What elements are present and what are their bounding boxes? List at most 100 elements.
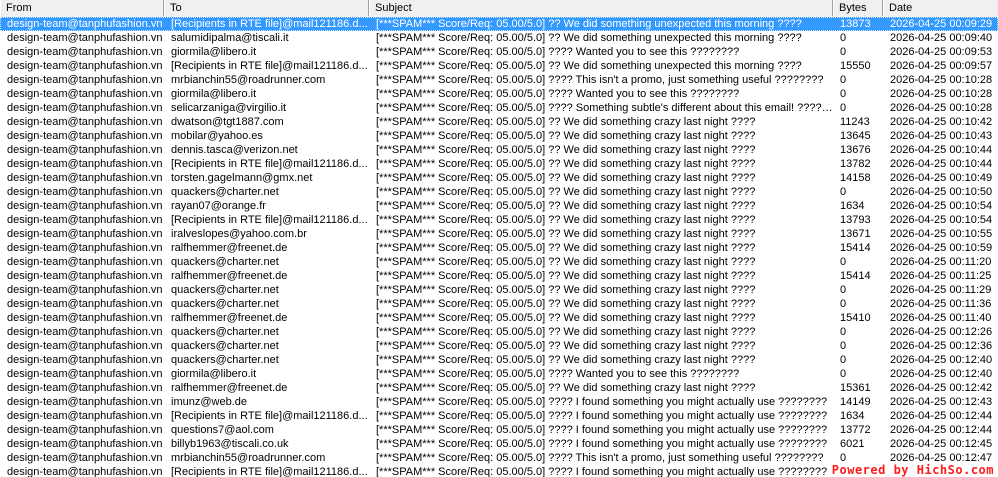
cell-date: 2026-04-25 00:12:36: [890, 340, 993, 352]
cell-subject: [***SPAM*** Score/Req: 05.00/5.0] ???? W…: [376, 368, 740, 380]
cell-to: dwatson@tgt1887.com: [171, 116, 284, 128]
cell-from: design-team@tanphufashion.vn: [7, 144, 163, 156]
cell-subject: [***SPAM*** Score/Req: 05.00/5.0] ?? We …: [376, 158, 756, 170]
table-row[interactable]: design-team@tanphufashion.vn salumidipalm…: [0, 31, 998, 45]
table-row[interactable]: design-team@tanphufashion.vn rayan07@oran…: [0, 199, 998, 213]
cell-to: dennis.tasca@verizon.net: [171, 144, 298, 156]
table-row[interactable]: design-team@tanphufashion.vn quackers@cha…: [0, 185, 998, 199]
cell-to: quackers@charter.net: [171, 340, 279, 352]
table-row[interactable]: design-team@tanphufashion.vn torsten.gage…: [0, 171, 998, 185]
cell-date: 2026-04-25 00:12:40: [890, 354, 993, 366]
cell-to: [Recipients in RTE file]@mail121186.d...: [171, 158, 368, 170]
cell-to: giormila@libero.it: [171, 368, 257, 380]
cell-bytes: 0: [840, 256, 847, 268]
cell-subject: [***SPAM*** Score/Req: 05.00/5.0] ???? T…: [376, 452, 824, 464]
table-row[interactable]: design-team@tanphufashion.vn [Recipients …: [0, 157, 998, 171]
table-row[interactable]: design-team@tanphufashion.vn quackers@cha…: [0, 325, 998, 339]
table-row[interactable]: design-team@tanphufashion.vn questions7@a…: [0, 423, 998, 437]
table-row[interactable]: design-team@tanphufashion.vn [Recipients …: [0, 213, 998, 227]
cell-date: 2026-04-25 00:11:40: [890, 312, 992, 324]
table-row[interactable]: design-team@tanphufashion.vn [Recipients …: [0, 59, 998, 73]
cell-to: ralfhemmer@freenet.de: [171, 312, 288, 324]
cell-date: 2026-04-25 00:11:36: [890, 298, 992, 310]
cell-subject: [***SPAM*** Score/Req: 05.00/5.0] ?? We …: [376, 382, 756, 394]
cell-subject: [***SPAM*** Score/Req: 05.00/5.0] ???? W…: [376, 46, 740, 58]
table-row[interactable]: design-team@tanphufashion.vn mobilar@yaho…: [0, 129, 998, 143]
cell-bytes: 13782: [840, 158, 871, 170]
cell-date: 2026-04-25 00:12:40: [890, 368, 993, 380]
cell-to: billyb1963@tiscali.co.uk: [171, 438, 289, 450]
table-row[interactable]: design-team@tanphufashion.vn [Recipients …: [0, 17, 998, 31]
table-row[interactable]: design-team@tanphufashion.vn selicarzanig…: [0, 101, 998, 115]
cell-subject: [***SPAM*** Score/Req: 05.00/5.0] ?? We …: [376, 32, 802, 44]
cell-date: 2026-04-25 00:12:44: [890, 410, 993, 422]
cell-from: design-team@tanphufashion.vn: [7, 130, 163, 142]
column-header-from[interactable]: From: [0, 0, 164, 16]
cell-from: design-team@tanphufashion.vn: [7, 200, 163, 212]
cell-bytes: 14149: [840, 396, 871, 408]
table-row[interactable]: design-team@tanphufashion.vn ralfhemmer@f…: [0, 311, 998, 325]
cell-bytes: 15361: [840, 382, 871, 394]
cell-date: 2026-04-25 00:10:44: [890, 158, 993, 170]
cell-from: design-team@tanphufashion.vn: [7, 452, 163, 464]
table-row[interactable]: design-team@tanphufashion.vn giormila@lib…: [0, 87, 998, 101]
cell-subject: [***SPAM*** Score/Req: 05.00/5.0] ?? We …: [376, 354, 756, 366]
cell-to: quackers@charter.net: [171, 354, 279, 366]
table-row[interactable]: design-team@tanphufashion.vn iralveslopes…: [0, 227, 998, 241]
cell-from: design-team@tanphufashion.vn: [7, 116, 163, 128]
cell-bytes: 13645: [840, 130, 871, 142]
cell-to: rayan07@orange.fr: [171, 200, 266, 212]
cell-date: 2026-04-25 00:10:55: [890, 228, 993, 240]
cell-to: mobilar@yahoo.es: [171, 130, 263, 142]
cell-from: design-team@tanphufashion.vn: [7, 186, 163, 198]
cell-bytes: 0: [840, 32, 847, 44]
table-row[interactable]: design-team@tanphufashion.vn giormila@lib…: [0, 367, 998, 381]
cell-to: quackers@charter.net: [171, 186, 279, 198]
table-row[interactable]: design-team@tanphufashion.vn quackers@cha…: [0, 283, 998, 297]
cell-date: 2026-04-25 00:10:28: [890, 102, 993, 114]
table-row[interactable]: design-team@tanphufashion.vn ralfhemmer@f…: [0, 241, 998, 255]
column-header-subject[interactable]: Subject: [369, 0, 833, 16]
table-row[interactable]: design-team@tanphufashion.vn [Recipients …: [0, 409, 998, 423]
column-header-date[interactable]: Date: [883, 0, 998, 16]
cell-to: quackers@charter.net: [171, 256, 279, 268]
cell-subject: [***SPAM*** Score/Req: 05.00/5.0] ???? T…: [376, 74, 824, 86]
message-list-view[interactable]: From To Subject Bytes Date design-team@t…: [0, 0, 998, 477]
cell-date: 2026-04-25 00:12:42: [890, 382, 993, 394]
cell-bytes: 0: [840, 284, 847, 296]
cell-subject: [***SPAM*** Score/Req: 05.00/5.0] ???? I…: [376, 438, 828, 450]
cell-subject: [***SPAM*** Score/Req: 05.00/5.0] ?? We …: [376, 284, 756, 296]
table-row[interactable]: design-team@tanphufashion.vn mrbianchin55…: [0, 73, 998, 87]
table-row[interactable]: design-team@tanphufashion.vn imunz@web.de…: [0, 395, 998, 409]
cell-subject: [***SPAM*** Score/Req: 05.00/5.0] ?? We …: [376, 270, 756, 282]
cell-to: torsten.gagelmann@gmx.net: [171, 172, 313, 184]
table-row[interactable]: design-team@tanphufashion.vn ralfhemmer@f…: [0, 269, 998, 283]
cell-subject: [***SPAM*** Score/Req: 05.00/5.0] ?? We …: [376, 340, 756, 352]
cell-date: 2026-04-25 00:09:40: [890, 32, 993, 44]
table-row[interactable]: design-team@tanphufashion.vn quackers@cha…: [0, 339, 998, 353]
cell-bytes: 0: [840, 340, 847, 352]
table-row[interactable]: design-team@tanphufashion.vn billyb1963@t…: [0, 437, 998, 451]
table-row[interactable]: design-team@tanphufashion.vn giormila@lib…: [0, 45, 998, 59]
table-row[interactable]: design-team@tanphufashion.vn dwatson@tgt1…: [0, 115, 998, 129]
table-row[interactable]: design-team@tanphufashion.vn ralfhemmer@f…: [0, 381, 998, 395]
cell-to: [Recipients in RTE file]@mail121186.d...: [171, 410, 368, 422]
table-row[interactable]: design-team@tanphufashion.vn quackers@cha…: [0, 353, 998, 367]
table-row[interactable]: design-team@tanphufashion.vn quackers@cha…: [0, 255, 998, 269]
cell-from: design-team@tanphufashion.vn: [7, 102, 163, 114]
cell-date: 2026-04-25 00:10:59: [890, 242, 993, 254]
cell-date: 2026-04-25 00:12:44: [890, 424, 993, 436]
table-row[interactable]: design-team@tanphufashion.vn quackers@cha…: [0, 297, 998, 311]
cell-from: design-team@tanphufashion.vn: [7, 32, 163, 44]
table-row[interactable]: design-team@tanphufashion.vn dennis.tasca…: [0, 143, 998, 157]
column-header-bytes[interactable]: Bytes: [833, 0, 883, 16]
cell-bytes: 15550: [840, 60, 871, 72]
column-header-bar: From To Subject Bytes Date: [0, 0, 998, 18]
column-header-to[interactable]: To: [164, 0, 369, 16]
cell-bytes: 0: [840, 298, 847, 310]
cell-from: design-team@tanphufashion.vn: [7, 74, 163, 86]
cell-date: 2026-04-25 00:09:29: [890, 18, 993, 30]
cell-bytes: 0: [840, 88, 847, 100]
cell-subject: [***SPAM*** Score/Req: 05.00/5.0] ?? We …: [376, 144, 756, 156]
cell-date: 2026-04-25 00:12:43: [890, 396, 993, 408]
